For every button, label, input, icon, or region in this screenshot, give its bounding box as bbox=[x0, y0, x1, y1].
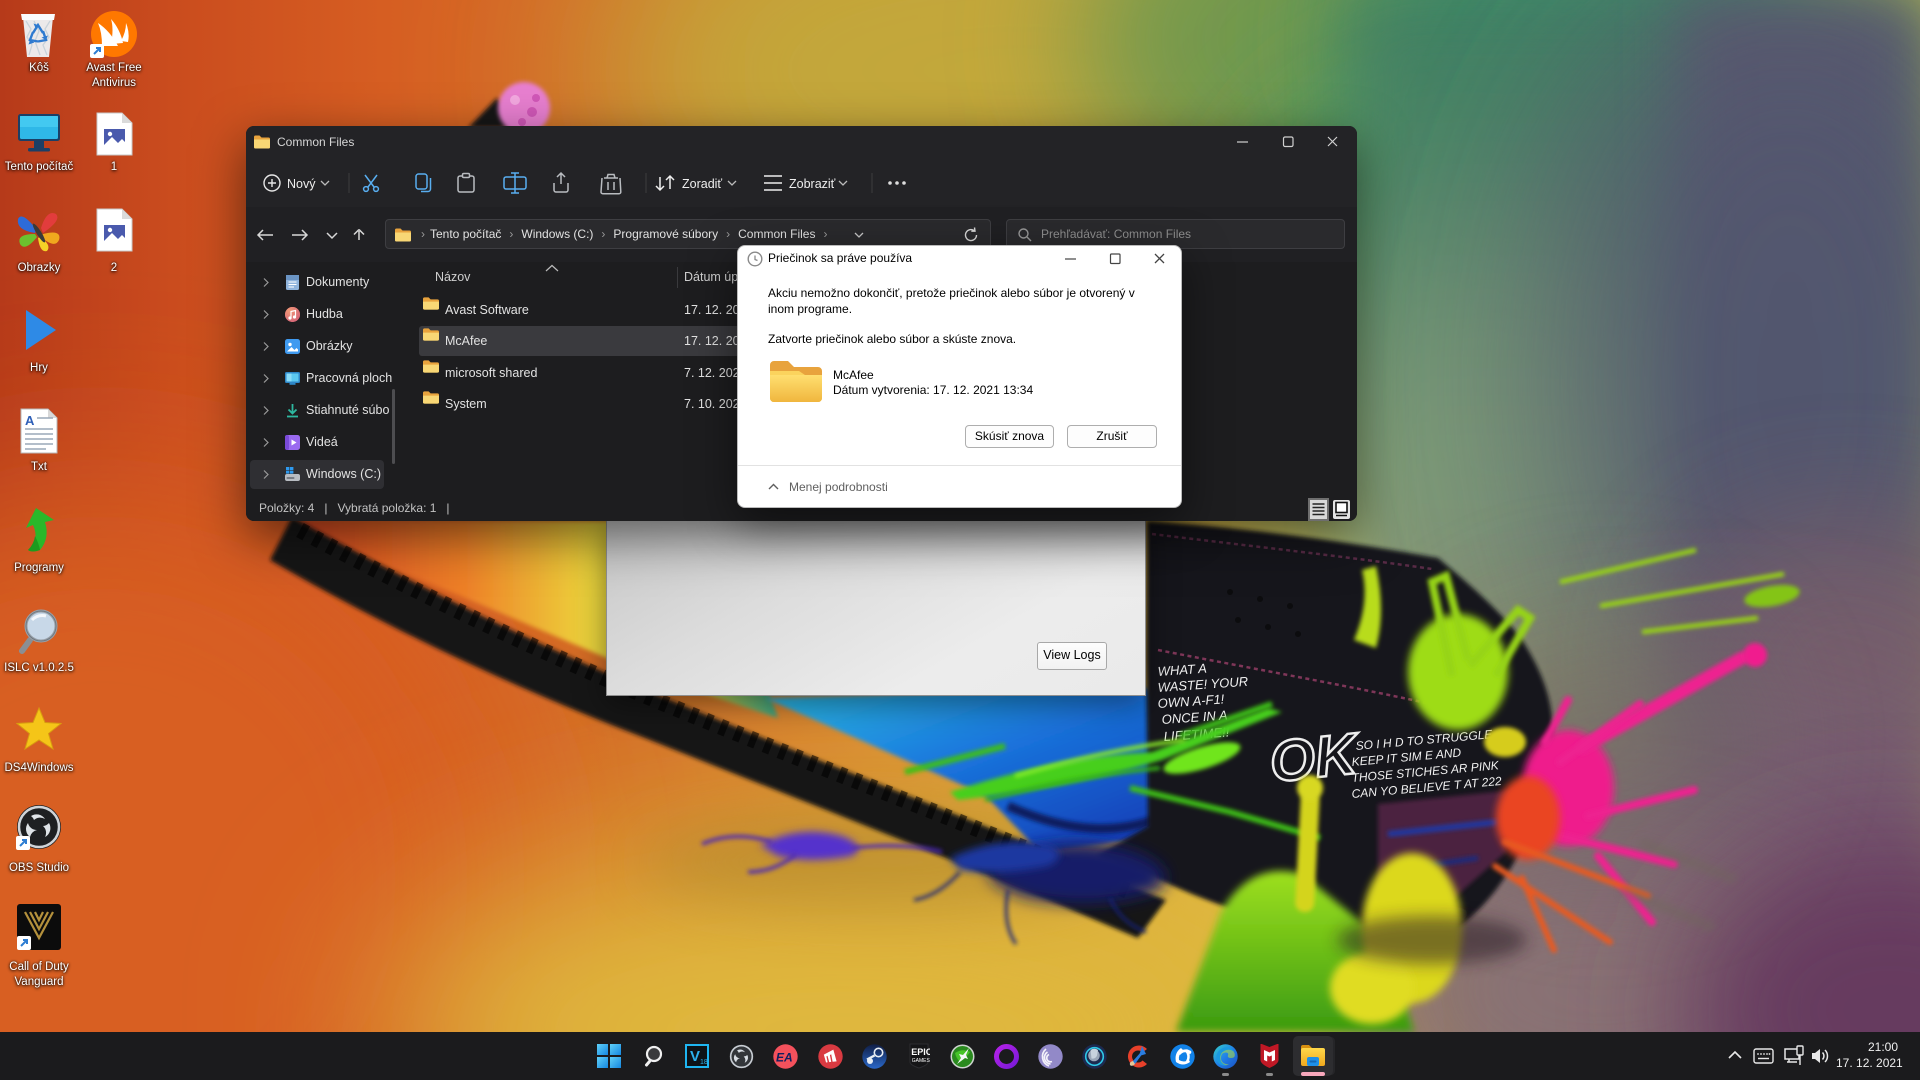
svg-text:V: V bbox=[690, 1048, 700, 1065]
svg-text:Nový: Nový bbox=[287, 177, 316, 191]
svg-text:EPIC: EPIC bbox=[911, 1047, 930, 1057]
svg-text:Zoradiť: Zoradiť bbox=[682, 177, 722, 191]
svg-text:GAMES: GAMES bbox=[912, 1058, 930, 1064]
svg-text:Zobraziť: Zobraziť bbox=[789, 177, 836, 191]
svg-text:EA: EA bbox=[776, 1051, 793, 1065]
svg-text:A: A bbox=[25, 413, 35, 428]
svg-text:18: 18 bbox=[700, 1059, 708, 1066]
